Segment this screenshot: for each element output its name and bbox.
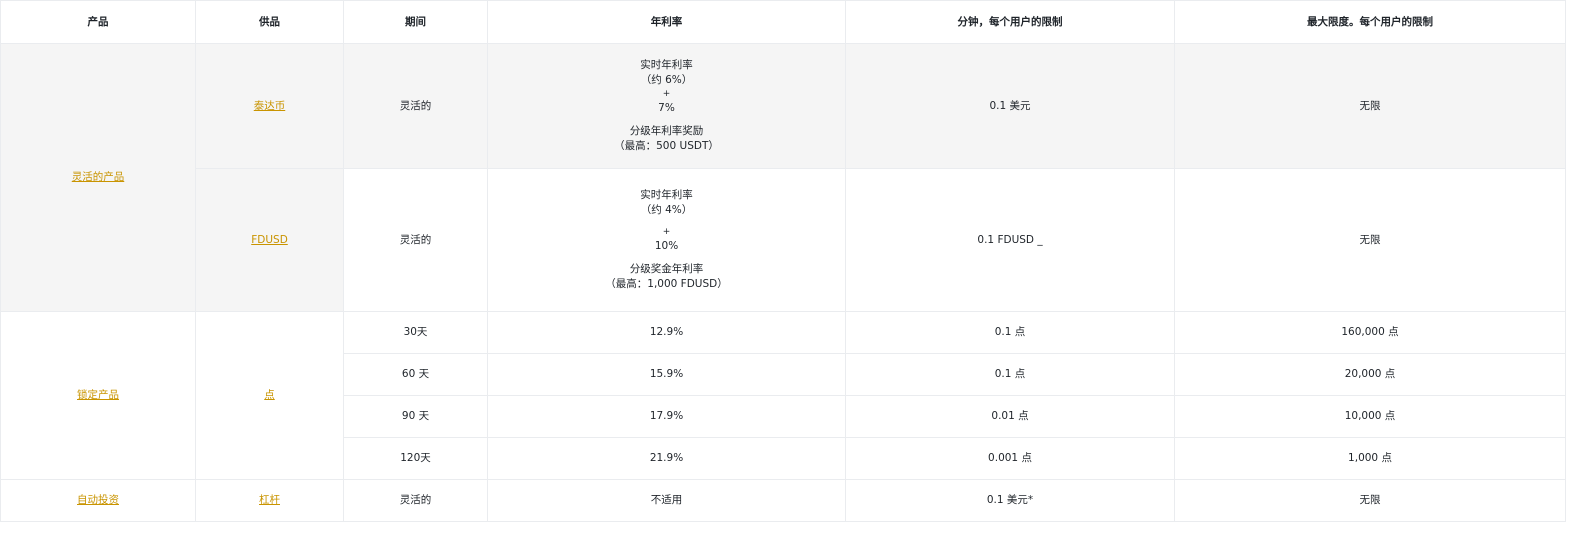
apr-bonus: 10%: [654, 240, 679, 252]
apr-spacer: [488, 254, 845, 262]
max-limit-cell: 10,000 点: [1174, 395, 1566, 438]
points-offering-link[interactable]: 点: [264, 389, 275, 401]
product-cell-flexible: 灵活的产品: [0, 43, 196, 312]
header-offering: 供品: [195, 0, 344, 44]
apr-tier-label: 分级奖金年利率: [629, 263, 704, 275]
min-limit-cell: 0.1 点: [845, 353, 1175, 396]
offering-cell: 泰达币: [195, 43, 344, 169]
min-limit-cell: 0.1 美元*: [845, 479, 1175, 522]
apr-approx: （约 6%）: [640, 74, 693, 86]
min-limit-cell: 0.1 FDUSD _: [845, 168, 1175, 312]
fdusd-offering-link[interactable]: FDUSD: [251, 234, 288, 246]
period-cell: 30天: [343, 311, 488, 354]
period-cell: 120天: [343, 437, 488, 480]
apr-details: 实时年利率 （约 4%） + 10% 分级奖金年利率 （最高：1,000 FDU…: [488, 188, 845, 292]
apr-realtime-label: 实时年利率: [640, 189, 693, 201]
apr-cell: 15.9%: [487, 353, 846, 396]
apr-cell: 12.9%: [487, 311, 846, 354]
apr-cell: 实时年利率 （约 6%） + 7% 分级年利率奖励 （最高：500 USDT）: [487, 43, 846, 169]
table-row: FDUSD 灵活的 实时年利率 （约 4%） + 10% 分级奖金年利率 （最高…: [1, 168, 1566, 312]
flexible-product-link[interactable]: 灵活的产品: [72, 171, 125, 183]
apr-realtime-label: 实时年利率: [640, 59, 693, 71]
leverage-offering-link[interactable]: 杠杆: [259, 494, 280, 506]
locked-product-link[interactable]: 锁定产品: [77, 389, 119, 401]
apr-plus: +: [662, 89, 671, 99]
period-cell: 灵活的: [343, 43, 488, 169]
apr-spacer: [488, 116, 845, 124]
apr-cell: 实时年利率 （约 4%） + 10% 分级奖金年利率 （最高：1,000 FDU…: [487, 168, 846, 312]
max-limit-cell: 无限: [1174, 479, 1566, 522]
apr-details: 实时年利率 （约 6%） + 7% 分级年利率奖励 （最高：500 USDT）: [488, 58, 845, 154]
apr-tier-cap: （最高：500 USDT）: [614, 140, 719, 152]
product-cell-locked: 锁定产品: [0, 311, 196, 480]
apr-tier-cap: （最高：1,000 FDUSD）: [605, 278, 728, 290]
auto-invest-product-link[interactable]: 自动投资: [77, 494, 119, 506]
period-cell: 60 天: [343, 353, 488, 396]
min-limit-cell: 0.1 点: [845, 311, 1175, 354]
earn-products-table-container: 产品 供品 期间 年利率 分钟，每个用户的限制 最大限度。每个用户的限制 灵活的…: [0, 0, 1566, 523]
period-cell: 灵活的: [343, 479, 488, 522]
apr-bonus: 7%: [658, 102, 675, 114]
apr-spacer: [488, 218, 845, 226]
offering-cell: 点: [195, 311, 344, 480]
period-cell: 灵活的: [343, 168, 488, 312]
header-max-limit: 最大限度。每个用户的限制: [1174, 0, 1566, 44]
table-row: 自动投资 杠杆 灵活的 不适用 0.1 美元* 无限: [0, 479, 1566, 522]
apr-cell: 21.9%: [487, 437, 846, 480]
apr-cell: 17.9%: [487, 395, 846, 438]
max-limit-cell: 无限: [1174, 168, 1566, 312]
max-limit-cell: 20,000 点: [1174, 353, 1566, 396]
header-min-limit: 分钟，每个用户的限制: [845, 0, 1175, 44]
earn-products-table: 产品 供品 期间 年利率 分钟，每个用户的限制 最大限度。每个用户的限制 灵活的…: [0, 0, 1566, 522]
apr-cell: 不适用: [487, 479, 846, 522]
table-header-row: 产品 供品 期间 年利率 分钟，每个用户的限制 最大限度。每个用户的限制: [0, 0, 1566, 44]
product-cell-auto-invest: 自动投资: [0, 479, 196, 522]
min-limit-cell: 0.01 点: [845, 395, 1175, 438]
header-product: 产品: [0, 0, 196, 44]
header-apr: 年利率: [487, 0, 846, 44]
offering-cell: 杠杆: [195, 479, 344, 522]
max-limit-cell: 1,000 点: [1174, 437, 1566, 480]
apr-tier-label: 分级年利率奖励: [629, 125, 704, 137]
period-cell: 90 天: [343, 395, 488, 438]
apr-plus: +: [662, 227, 671, 237]
table-row: 锁定产品 点 30天 12.9% 0.1 点 160,000 点: [0, 311, 1566, 480]
min-limit-cell: 0.001 点: [845, 437, 1175, 480]
min-limit-cell: 0.1 美元: [845, 43, 1175, 169]
usdt-offering-link[interactable]: 泰达币: [254, 100, 286, 112]
apr-approx: （约 4%）: [640, 204, 693, 216]
max-limit-cell: 160,000 点: [1174, 311, 1566, 354]
table-row: 灵活的产品 泰达币 灵活的 实时年利率 （约 6%） + 7% 分级年利率奖励 …: [0, 43, 1566, 312]
offering-cell: FDUSD: [195, 168, 344, 312]
header-period: 期间: [343, 0, 488, 44]
max-limit-cell: 无限: [1174, 43, 1566, 169]
